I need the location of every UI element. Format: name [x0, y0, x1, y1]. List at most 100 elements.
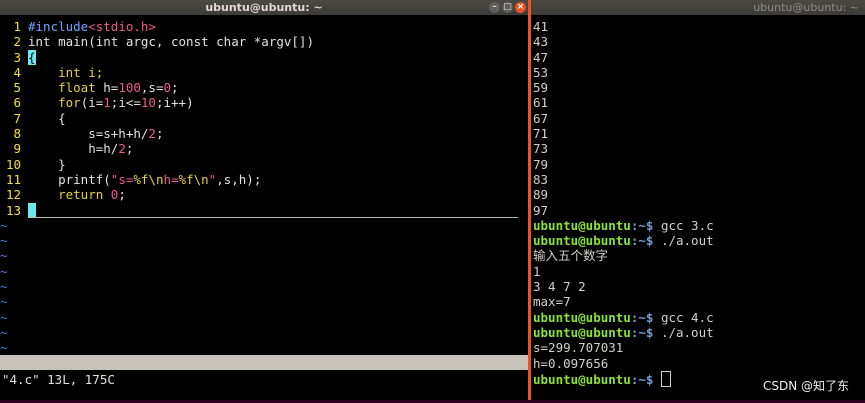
code-token: 100	[118, 80, 141, 96]
prompt-path: :~$	[630, 309, 661, 325]
output-line: 89	[533, 187, 549, 203]
code-token: for	[28, 95, 81, 111]
empty-line-marker: ~	[0, 217, 8, 233]
code-token: %f\n	[133, 171, 164, 187]
maximize-icon[interactable]: □	[502, 2, 513, 13]
code-token: h=	[163, 171, 179, 187]
code-line: 3{	[0, 49, 528, 65]
code-token: }	[28, 156, 66, 172]
prompt-path: :~$	[630, 371, 661, 387]
prompt-line: ubuntu@ubuntu:~$ gcc 3.c	[533, 218, 865, 233]
prompt-user: ubuntu@ubuntu	[533, 309, 631, 325]
watermark: CSDN @知了东	[762, 379, 849, 393]
minimize-icon[interactable]: –	[489, 2, 500, 13]
code-line: 7 {	[0, 111, 528, 126]
terminal-output[interactable]: 41 43 47 53 59 61 67 71 73 79 83 89 97 u…	[533, 19, 865, 387]
code-line: 4 int i;	[0, 65, 528, 80]
left-window-title: ubuntu@ubuntu: ~	[205, 1, 323, 14]
line-number: 11	[5, 171, 21, 187]
line-number: 7	[13, 110, 21, 126]
empty-line-marker: ~	[0, 248, 8, 264]
command-text: gcc 3.c	[660, 217, 714, 233]
code-token: ;i<=	[110, 95, 141, 111]
vim-command-line[interactable]: "4.c" 13L, 175C	[2, 372, 115, 387]
code-token: 2	[118, 141, 126, 157]
empty-line-marker: ~	[0, 263, 8, 279]
code-line: 6 for(i=1;i<=10;i++)	[0, 95, 528, 110]
output-line: 47	[533, 49, 549, 65]
command-text: ./a.out	[660, 324, 714, 340]
code-token: int main(int argc, const char *argv[])	[28, 34, 314, 50]
output-line: 3 4 7 2	[533, 279, 586, 295]
code-line: 5 float h=100,s=0;	[0, 80, 528, 95]
code-line: 1 #include<stdio.h>	[0, 19, 528, 34]
code-token: float	[28, 80, 96, 96]
code-token: ,s,h);	[216, 171, 262, 187]
output-line: max=7	[533, 294, 571, 310]
close-icon[interactable]: ×	[515, 2, 526, 13]
prompt-path: :~$	[630, 217, 661, 233]
command-text: gcc 4.c	[660, 309, 714, 325]
line-number: 6	[13, 95, 21, 111]
line-number: 9	[13, 141, 21, 157]
code-token: 0	[163, 80, 171, 96]
code-token: 0	[103, 187, 119, 203]
empty-line-marker: ~	[0, 309, 8, 325]
code-token: return	[28, 187, 104, 203]
prompt-user: ubuntu@ubuntu	[533, 324, 631, 340]
line-number: 13	[5, 202, 21, 218]
code-line-current: 13	[0, 202, 528, 219]
empty-line-marker: ~	[0, 324, 8, 340]
left-window-titlebar[interactable]: ubuntu@ubuntu: ~ – □ ×	[0, 0, 528, 15]
code-token: ;	[125, 141, 134, 157]
code-token: "s=	[110, 171, 134, 187]
output-line: 79	[533, 156, 549, 172]
code-line: 10 }	[0, 157, 528, 172]
code-line: 12 return 0;	[0, 187, 528, 202]
code-token: {	[28, 49, 36, 65]
status-cursor-position: 13,1	[392, 385, 423, 400]
code-token: <stdio.h>	[88, 19, 156, 34]
terminal[interactable]: 41 43 47 53 59 61 67 71 73 79 83 89 97 u…	[531, 15, 865, 400]
output-line: 输入五个数字	[533, 248, 609, 264]
line-number: 8	[13, 126, 21, 142]
prompt-line: ubuntu@ubuntu:~$ gcc 4.c	[533, 310, 865, 325]
prompt-user: ubuntu@ubuntu	[533, 233, 631, 249]
code-token: s=s+h+h/	[28, 126, 149, 142]
code-token: ;i++)	[155, 95, 194, 111]
output-line: 73	[533, 141, 549, 157]
empty-line-marker: ~	[0, 294, 8, 310]
line-number: 5	[13, 80, 21, 96]
output-line: h=0.097656	[533, 355, 609, 371]
line-number: 1	[13, 19, 21, 34]
code-token: {	[28, 110, 66, 126]
empty-line-marker: ~	[0, 279, 8, 295]
vim-editor[interactable]: 1 #include<stdio.h> 2 int main(int argc, c…	[0, 15, 528, 400]
prompt-path: :~$	[630, 324, 661, 340]
output-line: 43	[533, 34, 549, 50]
output-line: 61	[533, 95, 549, 111]
output-line: 1	[533, 263, 541, 279]
prompt-line: ubuntu@ubuntu:~$ ./a.out	[533, 233, 865, 248]
code-token: ;	[118, 187, 126, 203]
editor-buffer[interactable]: 1 #include<stdio.h> 2 int main(int argc, c…	[0, 19, 528, 356]
right-window-titlebar[interactable]: ubuntu@ubuntu: ~	[531, 0, 865, 15]
terminal-cursor	[660, 370, 671, 387]
output-line: 53	[533, 64, 549, 80]
output-line: 41	[533, 19, 549, 34]
code-token: %f\n	[178, 171, 209, 187]
output-line: 71	[533, 126, 549, 142]
code-line: 2 int main(int argc, const char *argv[])	[0, 34, 528, 49]
code-token: ,s=	[140, 80, 164, 96]
line-number: 2	[13, 34, 21, 50]
code-line: 9 h=h/2;	[0, 141, 528, 156]
code-token: ;	[171, 80, 179, 96]
prompt-line: ubuntu@ubuntu:~$ ./a.out	[533, 325, 865, 340]
output-line: s=299.707031	[533, 340, 624, 356]
line-number: 12	[5, 187, 21, 203]
code-token: 10	[140, 95, 156, 111]
output-line: 97	[533, 202, 549, 218]
line-number: 4	[13, 64, 21, 80]
code-token: h=	[95, 80, 119, 96]
text-cursor	[28, 202, 36, 218]
